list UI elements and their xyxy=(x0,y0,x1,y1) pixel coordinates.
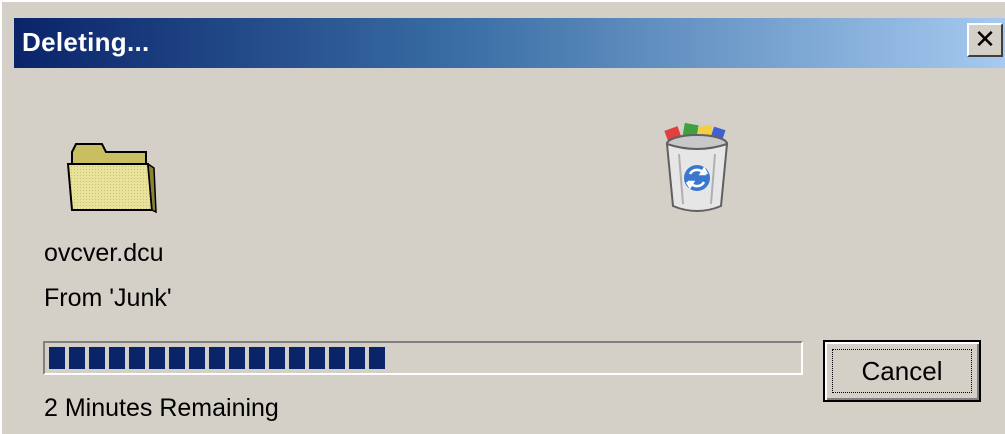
folder-icon xyxy=(66,143,157,214)
progress-fill xyxy=(49,347,385,369)
window-title: Deleting... xyxy=(22,27,150,57)
source-folder: From 'Junk' xyxy=(44,284,172,312)
cancel-button-label: Cancel xyxy=(832,349,972,393)
recycle-bin-icon xyxy=(664,122,729,212)
file-name: ovcver.dcu xyxy=(44,239,164,267)
close-icon: ✕ xyxy=(974,25,996,55)
delete-dialog: Deleting... ✕ ovcver.dcu From 'Junk' 2 M… xyxy=(0,0,1005,434)
progress-track xyxy=(49,347,797,369)
close-button[interactable]: ✕ xyxy=(967,23,1003,57)
time-remaining: 2 Minutes Remaining xyxy=(44,394,279,422)
cancel-button[interactable]: Cancel xyxy=(823,340,981,402)
progress-bar xyxy=(43,341,803,375)
title-bar[interactable]: Deleting... ✕ xyxy=(14,18,1005,68)
